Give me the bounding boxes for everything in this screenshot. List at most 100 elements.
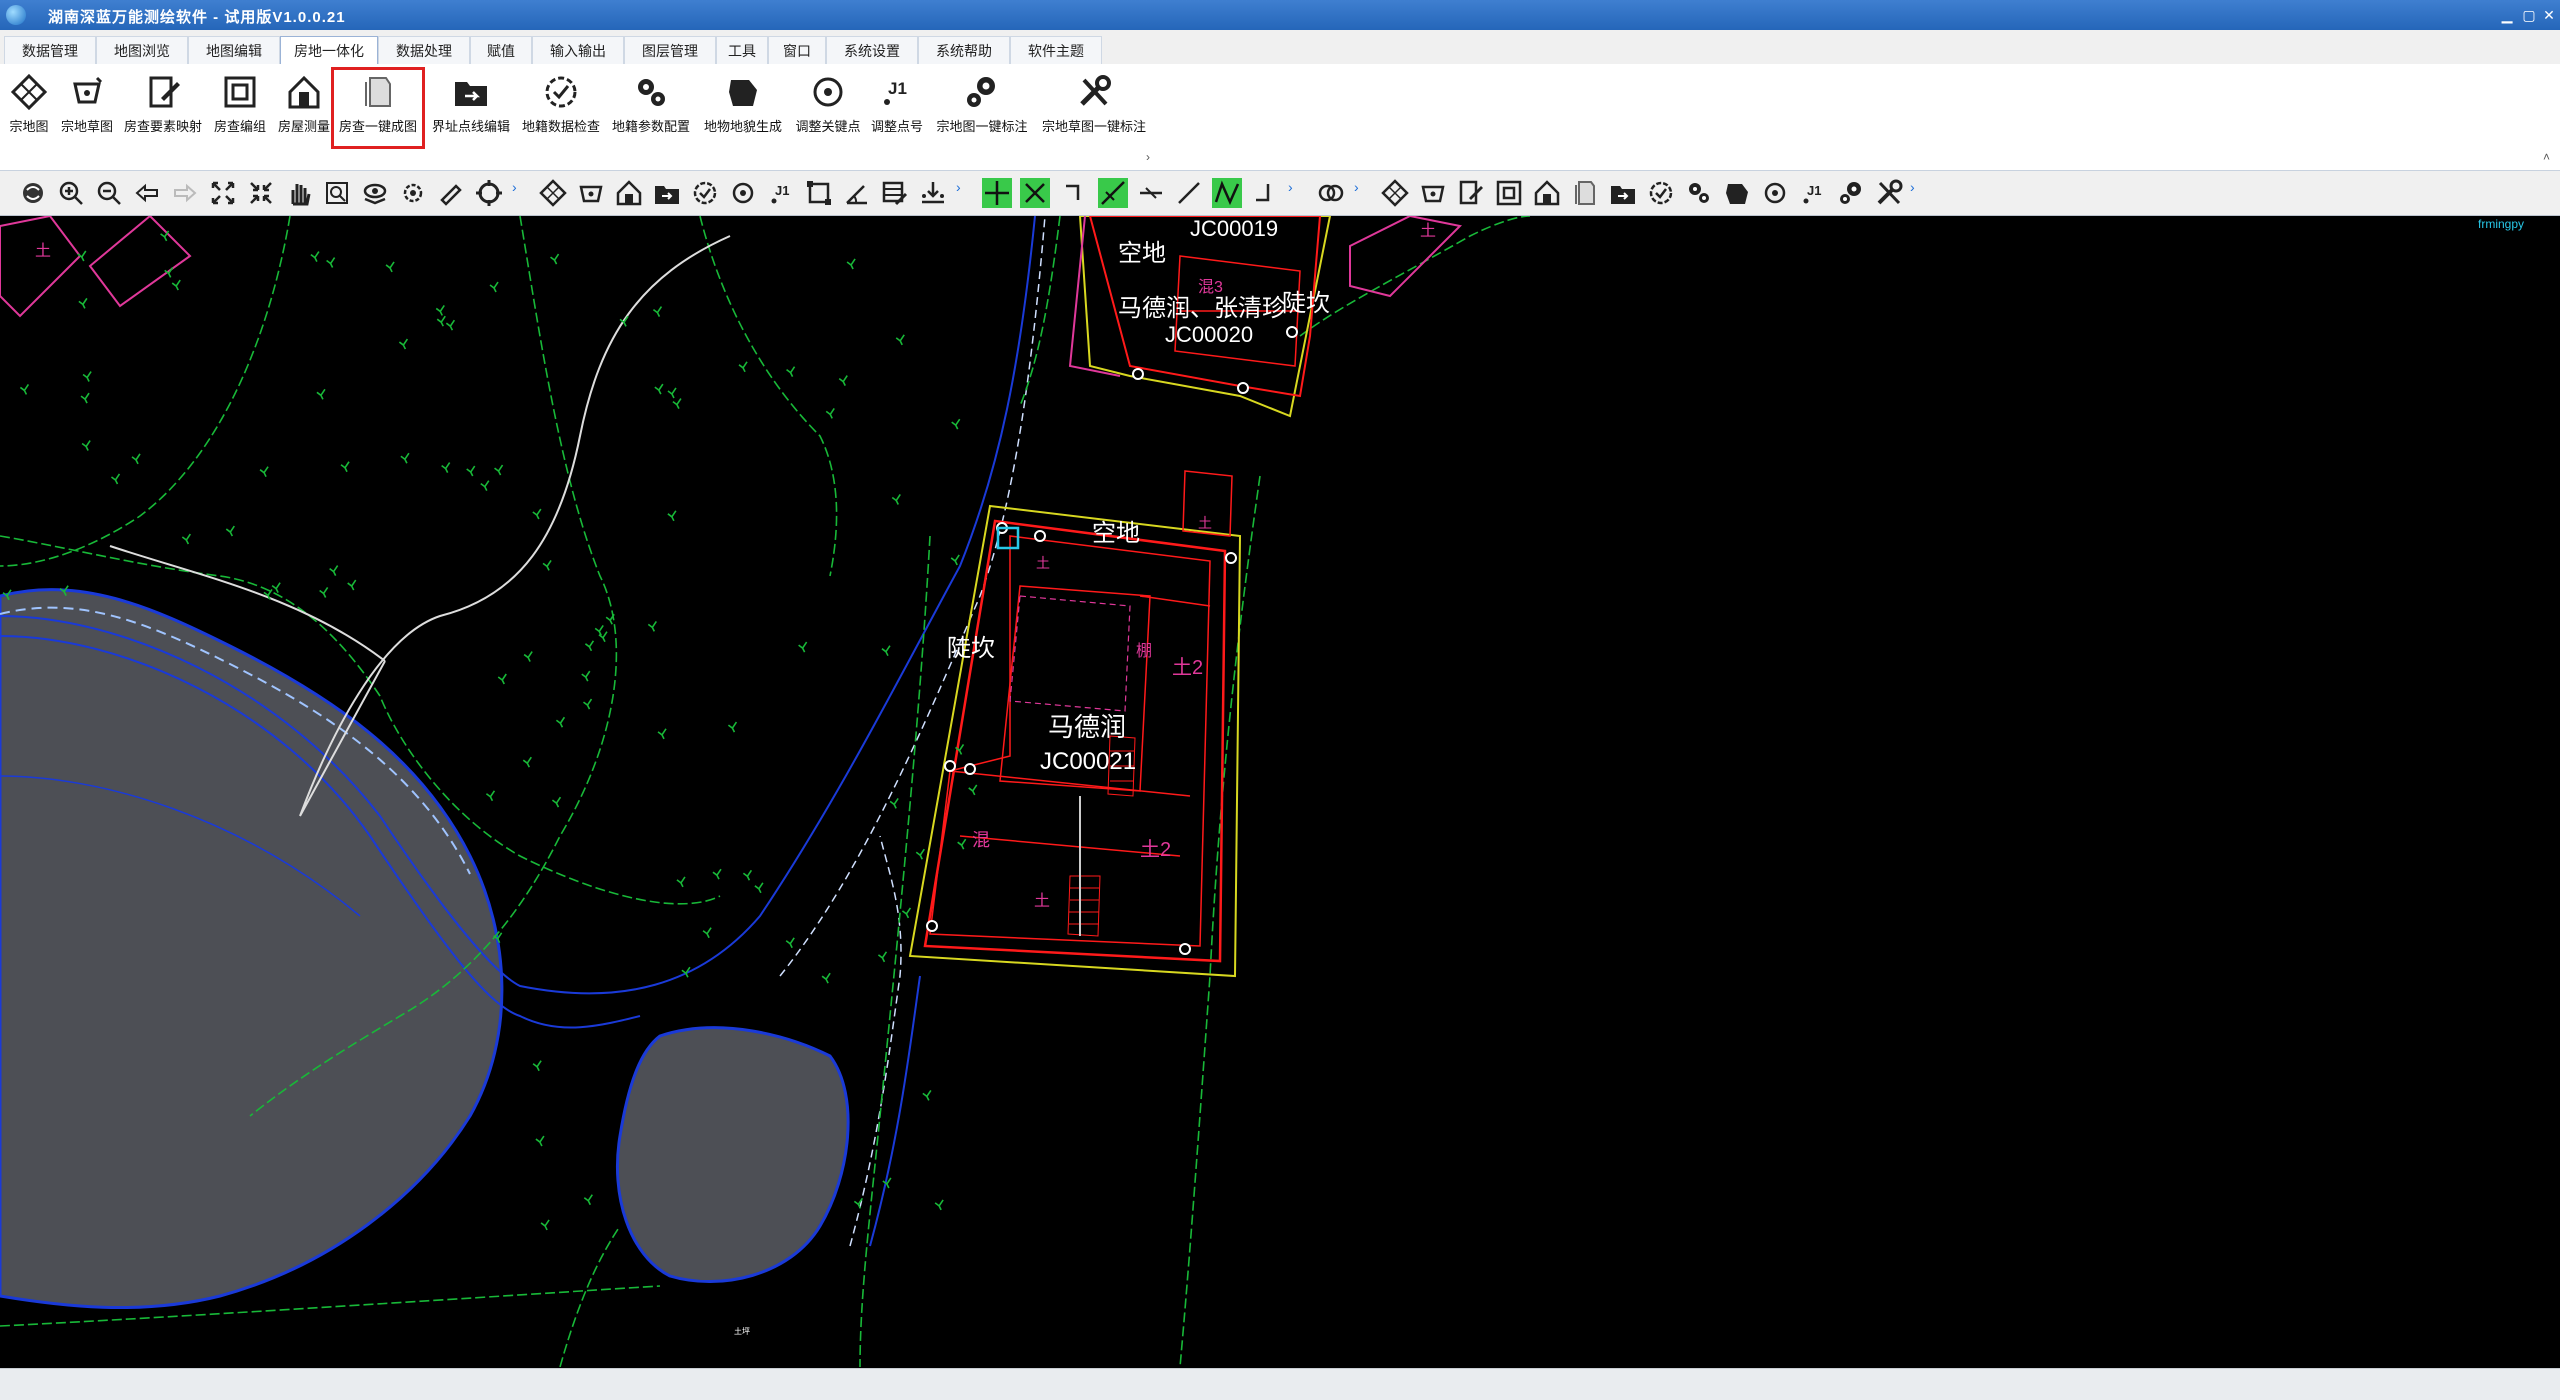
map-canvas[interactable]: frmingpy JC00019 空地 马德润、张清珍 JC00020 陡坎 空… (0, 216, 2560, 1367)
corner-tool[interactable] (1058, 178, 1088, 208)
boundary-tool-2[interactable] (1608, 178, 1638, 208)
tab-system-settings[interactable]: 系统设置 (826, 36, 918, 65)
import-points-tool[interactable] (918, 178, 948, 208)
vegetation-symbol (555, 716, 566, 728)
tab-map-browse[interactable]: 地图浏览 (96, 36, 188, 65)
point-number-tool[interactable]: J1 (766, 178, 796, 208)
delete-point-tool[interactable] (1020, 178, 1050, 208)
ribbon-collapse-icon[interactable]: ˄ (2543, 150, 2550, 164)
parcel-map-auto-annotate-button[interactable]: 宗地图一键标注 (930, 68, 1034, 148)
feature-mapping-tool[interactable] (1456, 178, 1486, 208)
close-icon[interactable]: ✕ (2540, 6, 2558, 24)
vegetation-symbol (385, 261, 395, 273)
cut-line-tool[interactable] (1098, 178, 1128, 208)
grouping-tool[interactable] (1494, 178, 1524, 208)
tab-layer-management[interactable]: 图层管理 (624, 36, 716, 65)
house-survey-tool[interactable] (614, 178, 644, 208)
zoom-center-tool[interactable] (246, 178, 276, 208)
house-feature-mapping-button[interactable]: 房查要素映射 (120, 68, 206, 148)
offset-line-tool[interactable] (1136, 178, 1166, 208)
measure-tool[interactable] (436, 178, 466, 208)
sketch-annotate-tool[interactable] (1874, 178, 1904, 208)
ribbon-scroll-right-icon[interactable]: › (1146, 150, 1150, 164)
right-angle-icon (1256, 184, 1270, 202)
parcel-sketch-tool-2[interactable] (1418, 178, 1448, 208)
key-point-tool-2[interactable] (1760, 178, 1790, 208)
minimize-icon[interactable]: ▁ (2498, 6, 2516, 24)
table-edit-tool[interactable] (880, 178, 910, 208)
cadastral-map-drawing[interactable]: frmingpy JC00019 空地 马德润、张清珍 JC00020 陡坎 空… (0, 216, 2560, 1367)
previous-view-tool[interactable] (132, 178, 162, 208)
snap-tool[interactable] (474, 178, 504, 208)
vegetation-symbol (78, 297, 88, 309)
overlay-tool[interactable] (1316, 178, 1346, 208)
vegetation-symbol (667, 510, 677, 522)
tab-input-output[interactable]: 输入输出 (532, 36, 624, 65)
check-circle-icon (1649, 181, 1673, 205)
check-tool-2[interactable] (1646, 178, 1676, 208)
toolbar-overflow-icon[interactable]: › (1288, 179, 1296, 207)
config-tool-2[interactable] (1684, 178, 1714, 208)
add-point-tool[interactable] (982, 178, 1012, 208)
point-number-tool-2[interactable]: J1 (1798, 178, 1828, 208)
full-extent-tool[interactable] (18, 178, 48, 208)
vegetation-symbol (329, 565, 339, 576)
zoom-out-tool[interactable] (94, 178, 124, 208)
tab-software-theme[interactable]: 软件主题 (1010, 36, 1102, 65)
house-survey-button[interactable]: 房屋测量 (274, 68, 334, 148)
zoom-window-tool[interactable] (322, 178, 352, 208)
toolbar-overflow-icon[interactable]: › (1910, 179, 1918, 207)
boundary-point-line-edit-button[interactable]: 界址点线编辑 (428, 68, 514, 148)
tab-house-land-integration[interactable]: 房地一体化 (280, 36, 378, 65)
plus-icon (985, 181, 1009, 205)
auto-annotate-tool[interactable] (1836, 178, 1866, 208)
data-check-tool[interactable] (690, 178, 720, 208)
parcel-map-button[interactable]: 宗地图 (4, 68, 54, 148)
adjust-point-number-button[interactable]: J1 调整点号 (866, 68, 928, 148)
toolbar-overflow-icon[interactable]: › (956, 179, 964, 207)
angle-tool[interactable] (842, 178, 872, 208)
tab-system-help[interactable]: 系统帮助 (918, 36, 1010, 65)
zoom-in-tool[interactable] (56, 178, 86, 208)
locate-tool[interactable] (398, 178, 428, 208)
parcel-sketch-button[interactable]: 宗地草图 (56, 68, 118, 148)
adjust-key-points-button[interactable]: 调整关键点 (790, 68, 866, 148)
tab-data-processing[interactable]: 数据处理 (378, 36, 470, 65)
tab-assign-value[interactable]: 赋值 (470, 36, 532, 65)
layer-view-tool[interactable] (360, 178, 390, 208)
cadastral-parameter-config-button[interactable]: 地籍参数配置 (608, 68, 694, 148)
gears-icon (1840, 182, 1861, 204)
maximize-icon[interactable]: ▢ (2520, 6, 2538, 24)
parcel-sketch-auto-annotate-button[interactable]: 宗地草图一键标注 (1036, 68, 1152, 148)
next-view-tool[interactable] (170, 178, 200, 208)
zoom-extent-tool[interactable] (208, 178, 238, 208)
angle-icon (846, 185, 867, 205)
terrain-tool-2[interactable] (1722, 178, 1752, 208)
terrain-feature-generate-button[interactable]: 地物地貌生成 (698, 68, 788, 148)
one-click-mapping-tool[interactable] (1570, 178, 1600, 208)
key-point-tool[interactable] (728, 178, 758, 208)
cadastral-data-check-button[interactable]: 地籍数据检查 (518, 68, 604, 148)
house-one-click-mapping-button[interactable]: 房查一键成图 (331, 67, 425, 149)
right-angle-tool[interactable] (1250, 178, 1280, 208)
parcel-sketch-tool[interactable] (576, 178, 606, 208)
parcel-map-tool[interactable] (538, 178, 568, 208)
house-grouping-button[interactable]: 房查编组 (208, 68, 272, 148)
node-edit-tool[interactable] (804, 178, 834, 208)
toolbar-overflow-icon[interactable]: › (512, 179, 520, 207)
tab-data-management[interactable]: 数据管理 (4, 36, 96, 65)
vegetation-symbol (319, 587, 329, 598)
vegetation-symbol (542, 559, 552, 571)
house-tool-2[interactable] (1532, 178, 1562, 208)
tab-tools[interactable]: 工具 (716, 36, 768, 65)
parcel-map-tool-2[interactable] (1380, 178, 1410, 208)
boundary-edit-tool[interactable] (652, 178, 682, 208)
toolbar-overflow-icon[interactable]: › (1354, 179, 1362, 207)
vegetation-symbol (922, 1089, 932, 1101)
tab-map-edit[interactable]: 地图编辑 (188, 36, 280, 65)
pan-tool[interactable] (284, 178, 314, 208)
vegetation-symbol (895, 334, 905, 346)
tab-window[interactable]: 窗口 (768, 36, 826, 65)
polyline-tool[interactable] (1212, 178, 1242, 208)
draw-line-tool[interactable] (1174, 178, 1204, 208)
